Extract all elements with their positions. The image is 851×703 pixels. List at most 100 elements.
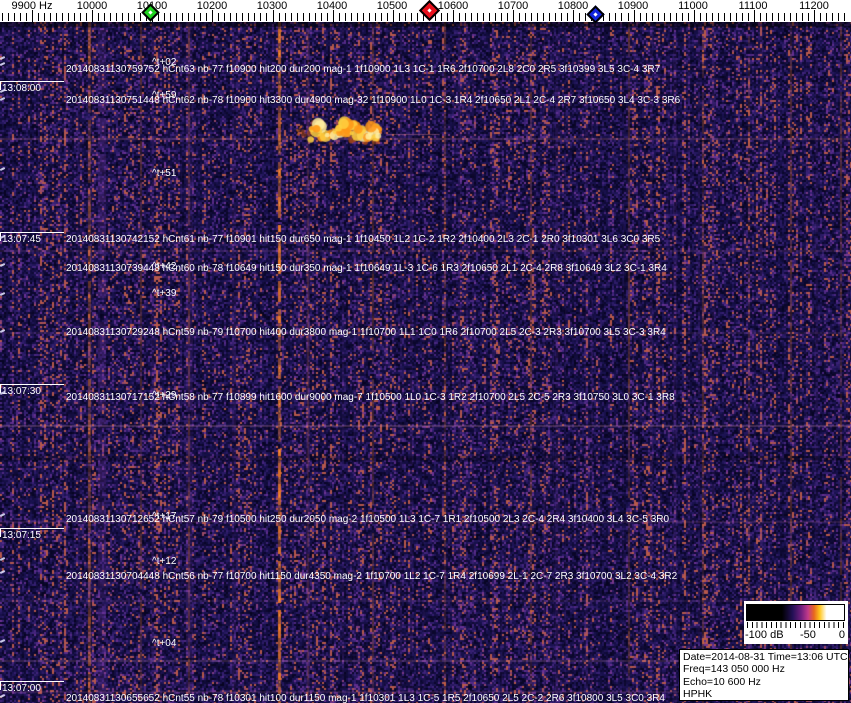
freq-tick — [122, 13, 124, 21]
freq-tick — [25, 13, 27, 21]
detection-log-line: 20140831130739448 hCnt60 nb-78 f10649 hi… — [66, 263, 667, 274]
freq-axis-label: 10900 — [617, 0, 649, 12]
info-frequency: Freq=143 050 000 Hz — [683, 663, 785, 676]
detection-log-line: 20140831130742152 hCnt61 nb-77 f10901 hi… — [66, 234, 661, 245]
freq-tick — [98, 13, 100, 21]
freq-tick — [627, 13, 629, 21]
freq-tick — [61, 13, 63, 21]
event-tick — [0, 263, 6, 267]
freq-tick — [483, 13, 485, 21]
freq-tick — [447, 13, 448, 21]
event-tick — [0, 557, 6, 561]
freq-tick — [555, 13, 557, 21]
time-axis-label: 13:07:30 — [2, 386, 41, 397]
event-tick — [0, 570, 6, 574]
freq-tick — [759, 13, 761, 21]
freq-tick — [549, 13, 551, 21]
freq-tick — [194, 13, 196, 21]
freq-axis-label: 10600 — [437, 0, 469, 12]
detection-log-line: 20140831130717152 hCnt58 nb-77 f10899 hi… — [66, 392, 675, 403]
freq-tick — [579, 13, 581, 21]
freq-tick — [85, 13, 87, 21]
event-tick — [0, 639, 6, 643]
freq-tick — [260, 13, 262, 21]
freq-tick — [609, 13, 611, 21]
freq-tick — [326, 13, 328, 21]
event-tick — [0, 329, 6, 333]
time-tick-line — [0, 81, 64, 82]
freq-tick — [308, 13, 310, 21]
freq-tick — [567, 13, 569, 21]
freq-tick — [43, 13, 45, 21]
freq-tick — [320, 13, 322, 21]
event-tick — [0, 167, 6, 171]
freq-axis-label: 10300 — [256, 0, 288, 12]
freq-tick — [747, 13, 749, 21]
freq-tick — [471, 13, 473, 21]
detection-log-line: 20140831130751448 hCnt62 nb-78 f10900 hi… — [66, 95, 681, 106]
freq-tick — [140, 13, 142, 21]
freq-axis-label: 10400 — [316, 0, 348, 12]
freq-tick — [206, 13, 208, 21]
freq-tick — [663, 13, 665, 21]
detection-log-line: 20140831130729248 hCnt59 nb-79 f10700 hi… — [66, 327, 666, 338]
freq-axis-label: 10700 — [497, 0, 529, 12]
freq-tick — [826, 13, 828, 21]
freq-tick — [49, 13, 51, 21]
info-date-time: Date=2014-08-31 Time=13:06 UTC — [683, 651, 848, 663]
freq-tick — [128, 13, 130, 21]
freq-tick — [711, 13, 713, 21]
status-info-box: Date=2014-08-31 Time=13:06 UTC Freq=143 … — [679, 649, 849, 701]
intensity-colorbar: -100 dB -50 0 — [744, 601, 848, 644]
freq-tick — [218, 13, 220, 21]
freq-tick — [284, 13, 286, 21]
freq-tick — [356, 13, 358, 21]
annotation-overlay: 13:08:00 13:07:45 13:07:30 13:07:15 13:07:00… — [0, 0, 851, 703]
freq-tick — [699, 13, 701, 21]
freq-tick — [651, 13, 653, 21]
freq-tick — [374, 13, 376, 21]
freq-tick — [302, 13, 304, 21]
event-tick — [0, 292, 6, 296]
freq-tick — [254, 13, 256, 21]
freq-tick — [777, 13, 779, 21]
freq-tick — [501, 13, 503, 21]
freq-tick — [465, 13, 467, 21]
freq-tick — [290, 13, 292, 21]
freq-tick — [164, 13, 166, 21]
freq-tick — [621, 13, 623, 21]
freq-tick — [687, 13, 689, 21]
freq-tick — [477, 13, 479, 21]
time-tick-line — [0, 232, 64, 233]
freq-tick — [200, 13, 202, 21]
freq-tick — [765, 13, 767, 21]
freq-tick — [116, 13, 118, 21]
freq-tick — [741, 13, 743, 21]
freq-tick — [729, 13, 731, 21]
event-tick — [0, 97, 6, 101]
freq-axis-label: 9900 Hz — [11, 0, 53, 12]
time-tick-line — [0, 384, 64, 385]
freq-tick — [639, 13, 641, 21]
event-tick — [0, 56, 6, 60]
freq-tick — [344, 13, 346, 21]
freq-tick — [783, 13, 785, 21]
freq-tick — [820, 13, 822, 21]
freq-tick — [19, 13, 21, 21]
event-tick — [0, 513, 6, 517]
freq-tick — [459, 13, 461, 21]
freq-tick — [176, 13, 178, 21]
freq-tick — [519, 13, 521, 21]
freq-tick — [416, 13, 418, 21]
freq-tick — [170, 13, 172, 21]
freq-tick — [723, 13, 725, 21]
freq-tick — [717, 13, 719, 21]
freq-axis-label: 10000 — [76, 0, 108, 12]
freq-tick — [242, 13, 244, 21]
info-station: HPHK — [683, 687, 713, 700]
time-tick-corner — [0, 81, 1, 90]
freq-tick — [386, 13, 388, 21]
time-axis-label: 13:07:45 — [2, 234, 41, 245]
time-tick-line — [0, 528, 64, 529]
freq-tick — [104, 13, 106, 21]
